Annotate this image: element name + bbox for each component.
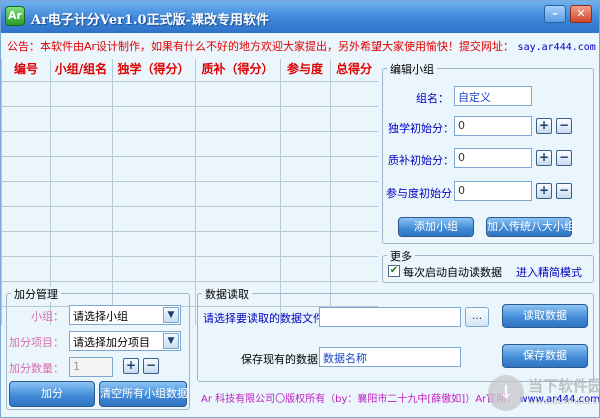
participation-increase-button[interactable]: + [536,183,552,199]
announcement-text: 公告：本软件由Ar设计制作，如果有什么不好的地方欢迎大家提出，另外希望大家使用愉… [7,40,515,53]
add-traditional-groups-button[interactable]: 加入传统八大小组 [486,217,575,237]
plus-icon: + [538,118,550,132]
chevron-down-icon[interactable]: ▼ [163,307,179,323]
close-button[interactable]: ✕ [570,5,592,23]
data-file-input[interactable] [319,307,461,327]
minus-icon: − [558,183,570,197]
grid-row-divider [2,206,378,207]
download-arrow-icon: ↓ [488,375,524,411]
grid-column-divider [112,59,113,325]
grid-header-participation[interactable]: 参与度 [280,59,330,79]
minus-icon: − [145,358,157,372]
minus-icon: − [558,150,570,164]
scoring-title: 加分管理 [11,286,61,302]
solo-increase-button[interactable]: + [536,118,552,134]
edit-group-panel: 编辑小组 组名： 自定义 独学初始分： 0 + − 质补初始分： 0 + − 参… [382,61,594,244]
grid-row-divider [2,106,378,107]
minus-icon: − [558,118,570,132]
grid-row-divider [2,256,378,257]
quality-initial-input[interactable]: 0 [454,148,532,168]
chevron-down-icon[interactable]: ▼ [163,333,179,349]
grid-row-divider [2,156,378,157]
app-window: Ar Ar电子计分Ver1.0正式版-课改专用软件 – ✕ 公告：本软件由Ar设… [0,0,600,418]
grid-header-quality[interactable]: 质补（得分） [195,59,280,79]
plus-icon: + [538,183,550,197]
watermark-url: www.downxia.com [528,397,600,407]
grid-column-divider [195,59,196,325]
participation-initial-label: 参与度初始分： [386,187,463,200]
scoring-group-label: 小组： [31,310,64,323]
group-name-label: 组名： [416,92,449,105]
read-data-button[interactable]: 读取数据 [502,304,588,328]
data-read-title: 数据读取 [202,286,252,302]
save-data-button[interactable]: 保存数据 [502,344,588,368]
announcement-url[interactable]: say.ar444.com [518,42,596,53]
group-select[interactable]: 请选择小组 ▼ [69,305,181,325]
grid-row-divider [2,131,378,132]
grid-column-divider [330,59,331,325]
grid-header-solo[interactable]: 独学（得分） [112,59,195,79]
browse-file-button[interactable]: ... [465,307,489,327]
participation-decrease-button[interactable]: − [556,183,572,199]
plus-icon: + [125,358,137,372]
more-panel: 更多 ✔ 每次启动自动读数据 进入精简模式 [382,248,594,283]
plus-icon: + [538,150,550,164]
app-icon: Ar [5,6,25,26]
minimize-icon: – [552,7,558,20]
quality-decrease-button[interactable]: − [556,150,572,166]
data-file-label: 请选择要读取的数据文件： [203,312,335,325]
grid-column-divider [280,59,281,325]
quality-increase-button[interactable]: + [536,150,552,166]
add-group-button[interactable]: 添加小组 [398,217,474,237]
announcement: 公告：本软件由Ar设计制作，如果有什么不好的地方欢迎大家提出，另外希望大家使用愉… [7,38,596,54]
autoload-checkbox[interactable]: ✔ [388,265,400,277]
minimize-button[interactable]: – [544,5,566,23]
data-read-panel: 数据读取 请选择要读取的数据文件： ... 读取数据 保存现有的数据： 数据名称… [197,286,594,382]
add-score-button[interactable]: 加分 [9,381,95,407]
close-icon: ✕ [576,7,586,20]
title-bar[interactable]: Ar Ar电子计分Ver1.0正式版-课改专用软件 – ✕ [1,1,599,33]
checkmark-icon: ✔ [389,265,399,276]
item-select-value: 请选择加分项目 [73,336,150,349]
grid-row-divider [2,81,378,82]
grid-header-row: 编号 小组/组名 独学（得分） 质补（得分） 参与度 总得分 [2,59,378,79]
group-name-input[interactable]: 自定义 [454,86,532,106]
watermark-text: 当下软件园 [528,377,600,395]
grid-row-divider [2,281,378,282]
participation-initial-input[interactable]: 0 [454,181,532,201]
watermark: ↓ 当下软件园 www.downxia.com [488,373,600,415]
solo-initial-label: 独学初始分： [388,122,454,135]
grid-row-divider [2,181,378,182]
grid-header-id[interactable]: 编号 [2,59,50,79]
simple-mode-link[interactable]: 进入精简模式 [516,264,582,280]
quality-initial-label: 质补初始分： [388,154,454,167]
more-title: 更多 [387,248,415,264]
save-data-name-input[interactable]: 数据名称 [319,347,461,367]
solo-decrease-button[interactable]: − [556,118,572,134]
amount-increase-button[interactable]: + [123,358,139,374]
footer-text: Ar 科技有限公司〇版权所有（by：襄阳市二十九中[薛傲如]）Ar官网： [201,394,517,405]
amount-decrease-button[interactable]: − [143,358,159,374]
group-select-value: 请选择小组 [73,310,128,323]
scoring-item-label: 加分项目： [9,336,64,349]
grid-row-divider [2,231,378,232]
clear-all-data-button[interactable]: 清空所有小组数据 [99,381,188,407]
grid-header-total[interactable]: 总得分 [330,59,378,79]
amount-input[interactable]: 1 [69,357,113,377]
save-data-label: 保存现有的数据： [241,353,329,366]
autoload-label[interactable]: 每次启动自动读数据 [403,264,502,280]
grid-header-group[interactable]: 小组/组名 [50,59,112,79]
item-select[interactable]: 请选择加分项目 ▼ [69,331,181,351]
solo-initial-input[interactable]: 0 [454,116,532,136]
window-title: Ar电子计分Ver1.0正式版-课改专用软件 [31,13,269,28]
scoring-panel: 加分管理 小组： 请选择小组 ▼ 加分项目： 请选择加分项目 ▼ 加分数量： 1… [6,286,190,410]
edit-group-title: 编辑小组 [387,61,437,77]
scoring-amount-label: 加分数量： [9,362,64,375]
